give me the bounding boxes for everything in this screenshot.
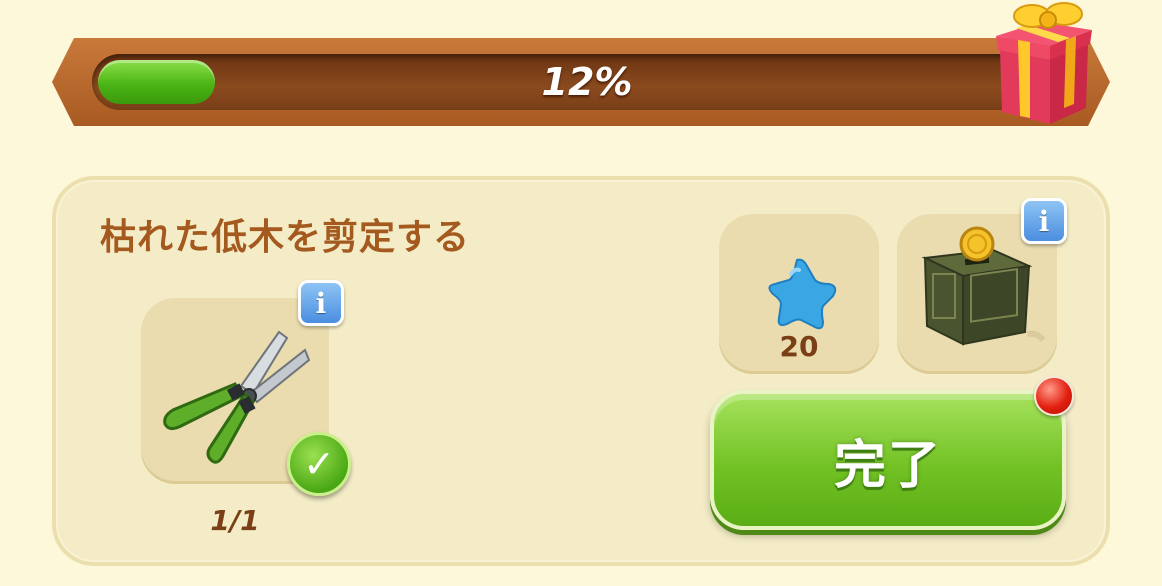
task-title: 枯れた低木を剪定する [100, 217, 471, 258]
complete-button[interactable]: 完了 [710, 390, 1066, 530]
requirement-info-icon[interactable]: i [298, 280, 344, 326]
notification-dot-icon [1034, 376, 1074, 416]
progress-bar: 12% [92, 54, 1082, 110]
gift-box-icon[interactable] [988, 0, 1100, 130]
checkmark-icon: ✓ [287, 432, 351, 496]
reward-amount: 20 [779, 330, 819, 363]
reward-info-icon[interactable]: i [1021, 198, 1067, 244]
progress-label: 12% [541, 60, 633, 104]
requirement-count: 1/1 [210, 504, 260, 537]
